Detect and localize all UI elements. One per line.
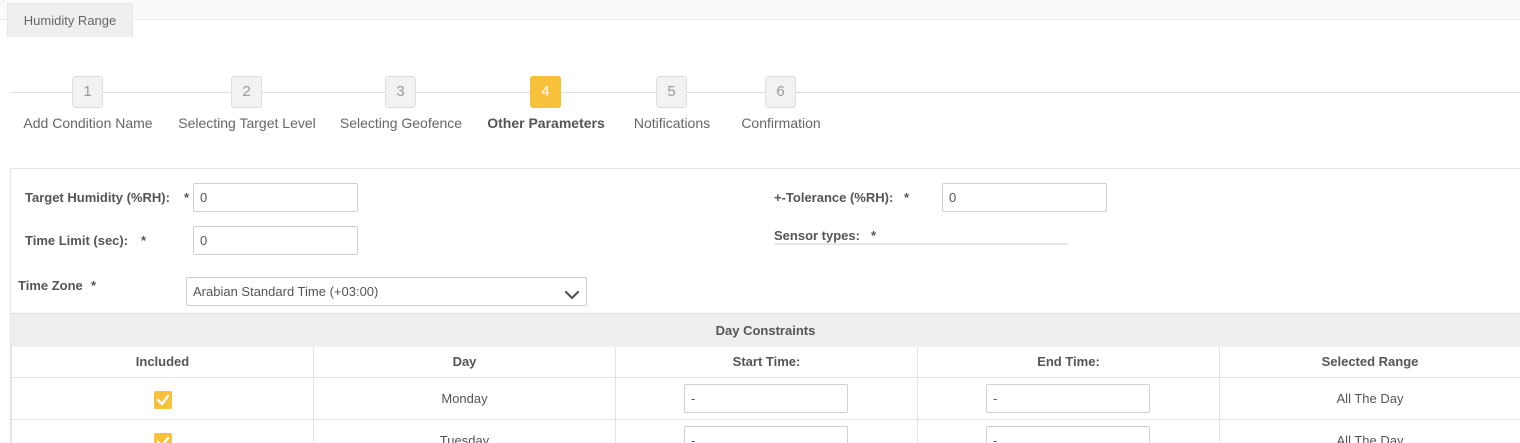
step-number: 5 — [656, 76, 687, 108]
step-number: 3 — [385, 76, 416, 108]
required-mark: * — [871, 228, 877, 243]
included-cell — [11, 420, 314, 443]
step-number: 2 — [231, 76, 262, 108]
column-header-included: Included — [11, 347, 314, 378]
target-humidity-input[interactable] — [193, 183, 358, 212]
included-checkbox[interactable] — [153, 432, 172, 443]
selected-range-cell: All The Day — [1220, 420, 1520, 443]
start-time-input[interactable]: - — [684, 384, 848, 413]
time-zone-select[interactable]: Arabian Standard Time (+03:00) — [186, 277, 587, 306]
step-number: 6 — [765, 76, 796, 108]
column-header-start-time: Start Time: — [616, 347, 918, 378]
tolerance-input[interactable] — [942, 183, 1107, 212]
end-time-cell: - — [918, 378, 1220, 420]
selected-range-cell: All The Day — [1220, 378, 1520, 420]
step-number: 1 — [72, 76, 103, 108]
end-time-input[interactable]: - — [986, 384, 1150, 413]
start-time-cell: - — [616, 420, 918, 443]
column-header-end-time: End Time: — [918, 347, 1220, 378]
day-constraints-title: Day Constraints — [11, 313, 1520, 347]
tab-humidity-range[interactable]: Humidity Range — [7, 3, 133, 37]
sensor-types-field[interactable] — [774, 243, 1068, 245]
day-cell: Tuesday — [314, 420, 616, 443]
step-label: Selecting Geofence — [339, 115, 463, 131]
step-label-active: Other Parameters — [487, 115, 605, 131]
step-label: Selecting Target Level — [178, 115, 316, 131]
step-label: Notifications — [633, 115, 711, 131]
included-checkbox[interactable] — [153, 390, 172, 409]
required-mark: * — [141, 233, 147, 248]
column-header-day: Day — [314, 347, 616, 378]
start-time-cell: - — [616, 378, 918, 420]
top-strip — [0, 0, 1520, 20]
step-label: Add Condition Name — [23, 115, 153, 131]
required-mark: * — [91, 278, 97, 293]
step-label: Confirmation — [741, 115, 821, 131]
included-cell — [11, 378, 314, 420]
required-mark: * — [184, 190, 190, 205]
end-time-input[interactable]: - — [986, 426, 1150, 443]
checkmark-icon — [156, 436, 169, 443]
checkmark-icon — [156, 394, 169, 405]
time-zone-value: Arabian Standard Time (+03:00) — [193, 284, 379, 299]
required-mark: * — [904, 190, 910, 205]
time-zone-label: Time Zone — [18, 278, 83, 293]
chevron-down-icon — [564, 284, 580, 300]
step-number-active: 4 — [530, 76, 561, 108]
sensor-types-label: Sensor types: — [774, 228, 860, 243]
start-time-input[interactable]: - — [684, 426, 848, 443]
target-humidity-label: Target Humidity (%RH): — [25, 190, 170, 205]
end-time-cell: - — [918, 420, 1220, 443]
day-cell: Monday — [314, 378, 616, 420]
column-header-selected-range: Selected Range — [1220, 347, 1520, 378]
time-limit-label: Time Limit (sec): — [25, 233, 129, 248]
tolerance-label: +-Tolerance (%RH): — [774, 190, 894, 205]
time-limit-input[interactable] — [193, 226, 358, 255]
condition-wizard-page: Humidity Range 1 Add Condition Name 2 Se… — [0, 0, 1520, 443]
